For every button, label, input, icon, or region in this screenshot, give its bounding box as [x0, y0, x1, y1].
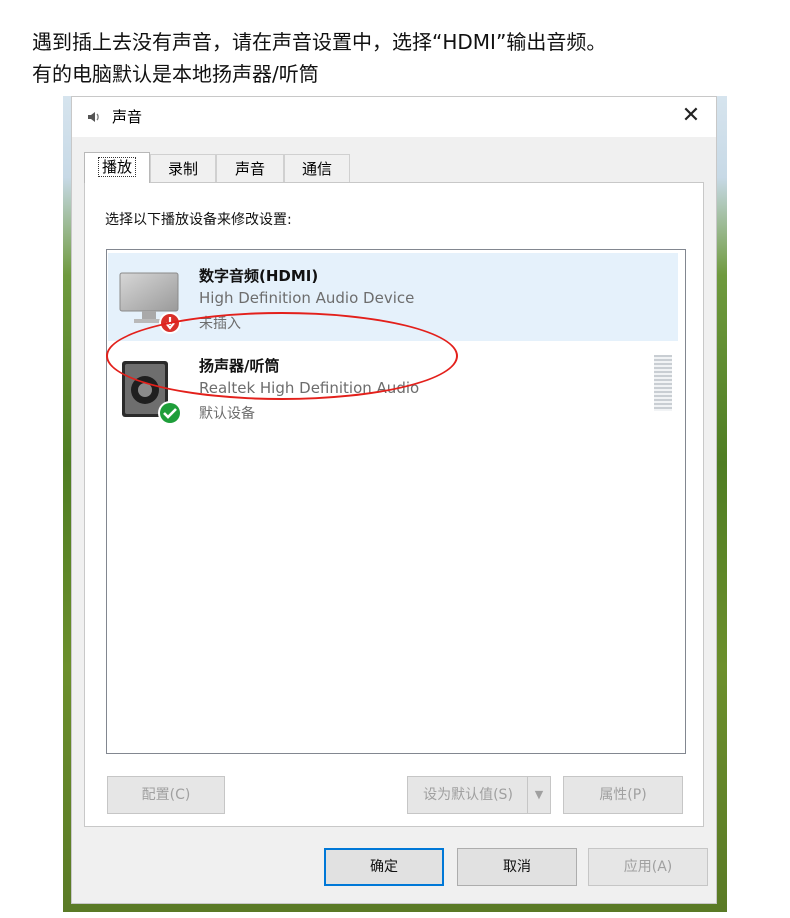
device-speakers-name: 扬声器/听筒 — [199, 357, 280, 375]
chevron-down-icon[interactable]: ▼ — [527, 777, 550, 813]
tab-recording[interactable]: 录制 — [150, 154, 216, 182]
close-button[interactable]: ✕ — [678, 103, 704, 129]
default-check-icon — [158, 401, 182, 425]
cancel-button[interactable]: 取消 — [457, 848, 577, 886]
unplugged-badge-icon — [159, 312, 181, 334]
device-list[interactable]: 数字音频(HDMI) High Definition Audio Device … — [106, 249, 686, 754]
instruction-caption: 遇到插上去没有声音，请在声音设置中，选择“HDMI”输出音频。 有的电脑默认是本… — [32, 26, 772, 90]
device-speakers-status: 默认设备 — [199, 406, 255, 422]
ok-button[interactable]: 确定 — [324, 848, 444, 886]
set-default-button[interactable]: 设为默认值(S) ▼ — [407, 776, 551, 814]
apply-button[interactable]: 应用(A) — [588, 848, 708, 886]
device-speakers-description: Realtek High Definition Audio — [199, 379, 420, 397]
panel-instruction: 选择以下播放设备来修改设置: — [105, 212, 292, 228]
device-hdmi-name: 数字音频(HDMI) — [199, 267, 319, 285]
caption-line-2: 有的电脑默认是本地扬声器/听筒 — [32, 62, 319, 86]
monitor-icon — [119, 272, 181, 334]
speaker-title-icon — [88, 112, 99, 122]
volume-level-meter — [654, 355, 672, 411]
tab-sounds[interactable]: 声音 — [216, 154, 284, 182]
tab-playback[interactable]: 播放 — [84, 152, 150, 183]
configure-button[interactable]: 配置(C) — [107, 776, 225, 814]
tab-communications[interactable]: 通信 — [284, 154, 350, 182]
properties-button[interactable]: 属性(P) — [563, 776, 683, 814]
dialog-title: 声音 — [112, 108, 143, 126]
device-hdmi-description: High Definition Audio Device — [199, 289, 415, 307]
playback-panel: 选择以下播放设备来修改设置: 数字音频(HDMI) High Definitio… — [84, 182, 704, 827]
device-hdmi[interactable]: 数字音频(HDMI) High Definition Audio Device … — [108, 253, 678, 341]
speaker-icon — [122, 361, 182, 425]
device-speakers[interactable]: 扬声器/听筒 Realtek High Definition Audio 默认设… — [108, 343, 678, 431]
title-bar[interactable]: 声音 ✕ — [72, 97, 716, 137]
device-hdmi-status: 未插入 — [199, 316, 241, 332]
set-default-label: 设为默认值(S) — [423, 787, 513, 803]
tab-playback-label: 播放 — [97, 157, 136, 177]
sound-dialog: 声音 ✕ 播放 录制 声音 通信 选择以下播放设备来修改设置: 数字音频(HDM… — [71, 96, 717, 904]
caption-line-1: 遇到插上去没有声音，请在声音设置中，选择“HDMI”输出音频。 — [32, 30, 607, 54]
